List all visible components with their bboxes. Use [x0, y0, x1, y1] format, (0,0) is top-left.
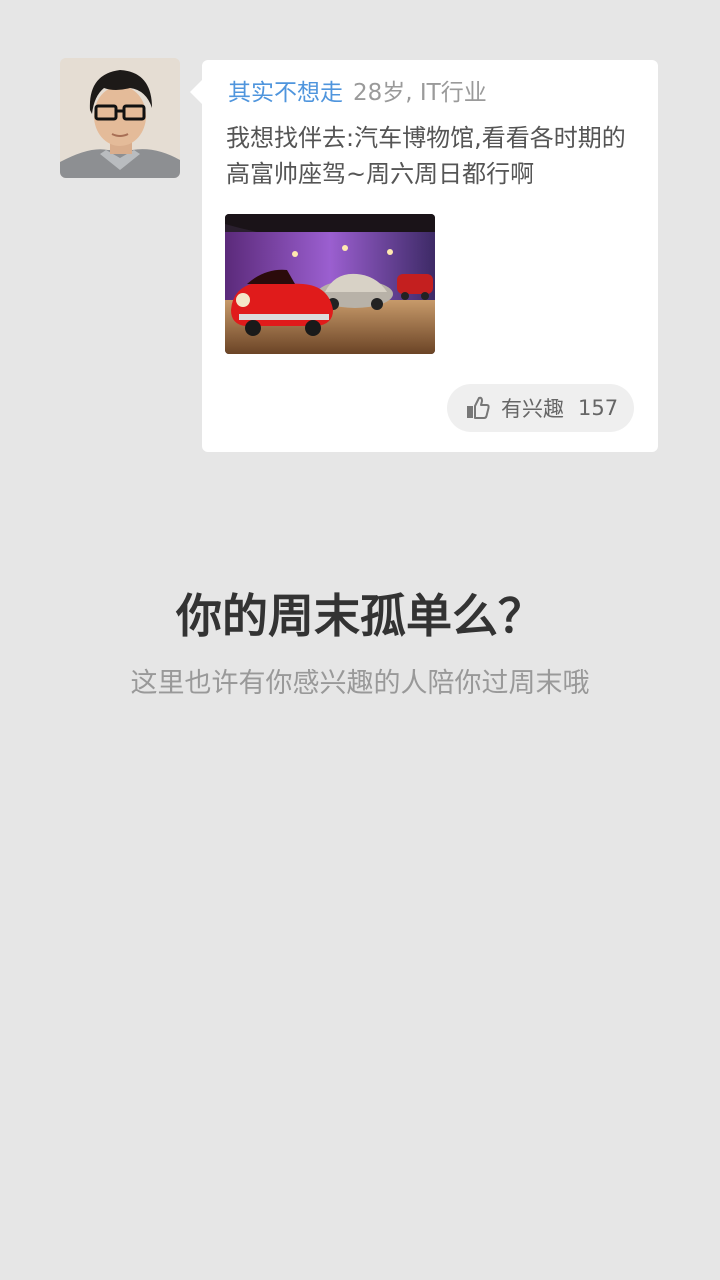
interest-label: 有兴趣: [501, 397, 564, 421]
author-avatar[interactable]: [60, 58, 180, 178]
interest-count: 157: [578, 396, 619, 420]
author-info: 28岁, IT行业: [353, 80, 487, 106]
post-text: 我想找伴去:汽车博物馆,看看各时期的高富帅座驾~周六周日都行啊: [226, 124, 626, 188]
car-museum-photo: [225, 214, 435, 354]
thumbs-up-icon: [467, 396, 490, 419]
post-image[interactable]: [225, 214, 435, 354]
interest-button[interactable]: 有兴趣 157: [447, 384, 634, 432]
promo-headline: 你的周末孤单么？: [176, 589, 544, 643]
activity-post-card[interactable]: 其实不想走 28岁, IT行业 我想找伴去:汽车博物馆,看看各时期的高富帅座驾~周…: [190, 60, 658, 452]
avatar-photo: [60, 58, 180, 178]
promo-subline: 这里也许有你感兴趣的人陪你过周末哦: [130, 668, 590, 699]
card-pointer: [190, 80, 202, 104]
post-meta: 其实不想走 28岁, IT行业: [228, 78, 487, 108]
author-name[interactable]: 其实不想走: [228, 80, 343, 106]
